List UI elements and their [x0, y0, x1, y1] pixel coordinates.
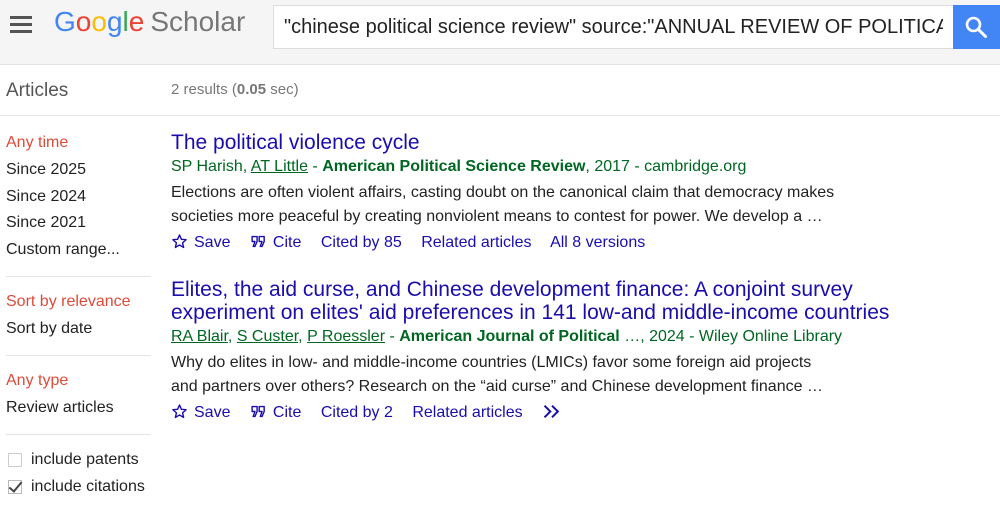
search-icon	[965, 16, 987, 38]
result-venue: American Journal of Political	[399, 328, 620, 345]
header-bar: Google Scholar	[0, 0, 1000, 65]
articles-label: Articles	[6, 80, 69, 101]
logo-letter: o	[75, 6, 92, 37]
search-box	[273, 5, 953, 49]
result-separator: -	[385, 328, 400, 345]
logo-letter: e	[128, 6, 145, 37]
google-scholar-logo[interactable]: Google Scholar	[54, 6, 245, 38]
result-author-link[interactable]: AT Little	[251, 158, 308, 175]
result-author-link[interactable]: P Roessler	[307, 328, 385, 345]
include-patents-checkbox[interactable]	[8, 453, 22, 467]
filter-since-2021[interactable]: Since 2021	[6, 214, 86, 232]
include-citations-checkbox[interactable]	[8, 480, 22, 494]
result-separator: -	[307, 158, 323, 175]
filter-any-time[interactable]: Any time	[6, 134, 68, 152]
results-suffix: sec)	[266, 81, 299, 98]
result-meta: SP Harish, AT Little - American Politica…	[171, 157, 834, 177]
logo-letter: G	[54, 6, 76, 37]
related-articles-link[interactable]: Related articles	[412, 404, 522, 421]
quote-icon	[251, 405, 265, 418]
search-result: The political violence cycle SP Harish, …	[171, 131, 834, 254]
snippet-line: Elections are often violent affairs, cas…	[171, 184, 835, 201]
author-comma: ,	[298, 328, 308, 345]
logo-scholar-text: Scholar	[150, 6, 246, 37]
quote-icon	[251, 235, 265, 248]
cited-by-link[interactable]: Cited by 85	[321, 234, 402, 251]
result-author-link[interactable]: S Custer	[237, 328, 298, 345]
include-patents-label: include patents	[31, 451, 139, 468]
search-result: Elites, the aid curse, and Chinese devel…	[171, 278, 889, 424]
result-actions: Save Cite Cited by 85 Related articles A…	[171, 232, 834, 254]
divider	[0, 115, 1000, 116]
search-button[interactable]	[953, 5, 1000, 49]
include-citations-label: include citations	[31, 478, 145, 495]
snippet-line: and partners over others? Research on th…	[171, 378, 823, 395]
snippet-line: societies more peaceful by creating nonv…	[171, 208, 823, 225]
filter-review-articles[interactable]: Review articles	[6, 399, 114, 417]
logo-letter: g	[106, 6, 123, 37]
results-prefix: 2 results (	[171, 81, 237, 98]
sort-by-date[interactable]: Sort by date	[6, 320, 92, 338]
save-label: Save	[194, 234, 231, 251]
save-button[interactable]: Save	[171, 234, 230, 251]
title-line: experiment on elites' aid preferences in…	[171, 301, 890, 324]
logo-letter: o	[91, 6, 107, 37]
more-options-button[interactable]	[542, 404, 568, 421]
sort-by-relevance[interactable]: Sort by relevance	[6, 293, 131, 311]
cite-label: Cite	[272, 234, 302, 251]
result-snippet: Why do elites in low- and middle-income …	[171, 351, 889, 399]
result-year-source: , 2017 - cambridge.org	[585, 158, 747, 175]
cite-button[interactable]: Cite	[250, 404, 301, 421]
filter-since-2025[interactable]: Since 2025	[6, 161, 86, 179]
related-articles-link[interactable]: Related articles	[421, 234, 531, 251]
sidebar-divider	[6, 355, 151, 356]
filter-since-2024[interactable]: Since 2024	[6, 188, 86, 206]
result-author-link[interactable]: RA Blair	[171, 328, 228, 345]
author-comma: ,	[227, 328, 237, 345]
result-snippet: Elections are often violent affairs, cas…	[171, 181, 834, 229]
hamburger-menu-icon[interactable]	[8, 13, 34, 35]
sidebar-divider	[6, 434, 151, 435]
filter-any-type[interactable]: Any type	[6, 372, 68, 390]
search-input[interactable]	[274, 6, 953, 48]
result-year-source: …, 2024 - Wiley Online Library	[619, 328, 843, 345]
results-time: 0.05	[236, 81, 267, 98]
cited-by-link[interactable]: Cited by 2	[321, 404, 393, 421]
snippet-line: Why do elites in low- and middle-income …	[171, 354, 812, 371]
result-meta: RA Blair, S Custer, P Roessler - America…	[171, 327, 889, 347]
results-count: 2 results (0.05 sec)	[171, 81, 299, 98]
save-label: Save	[194, 404, 231, 421]
filter-custom-range[interactable]: Custom range...	[6, 241, 120, 259]
result-title-link[interactable]: The political violence cycle	[171, 131, 834, 154]
result-venue: American Political Science Review	[322, 158, 586, 175]
all-versions-link[interactable]: All 8 versions	[550, 234, 645, 251]
star-icon	[172, 234, 187, 249]
star-icon	[172, 404, 187, 419]
sidebar-divider	[6, 276, 151, 277]
title-line: Elites, the aid curse, and Chinese devel…	[171, 278, 853, 301]
cite-button[interactable]: Cite	[250, 234, 301, 251]
result-title-link[interactable]: Elites, the aid curse, and Chinese devel…	[171, 278, 889, 324]
save-button[interactable]: Save	[171, 404, 230, 421]
cite-label: Cite	[272, 404, 302, 421]
double-chevron-right-icon	[543, 404, 560, 419]
result-author: SP Harish,	[171, 158, 251, 175]
result-actions: Save Cite Cited by 2 Related articles	[171, 402, 889, 424]
